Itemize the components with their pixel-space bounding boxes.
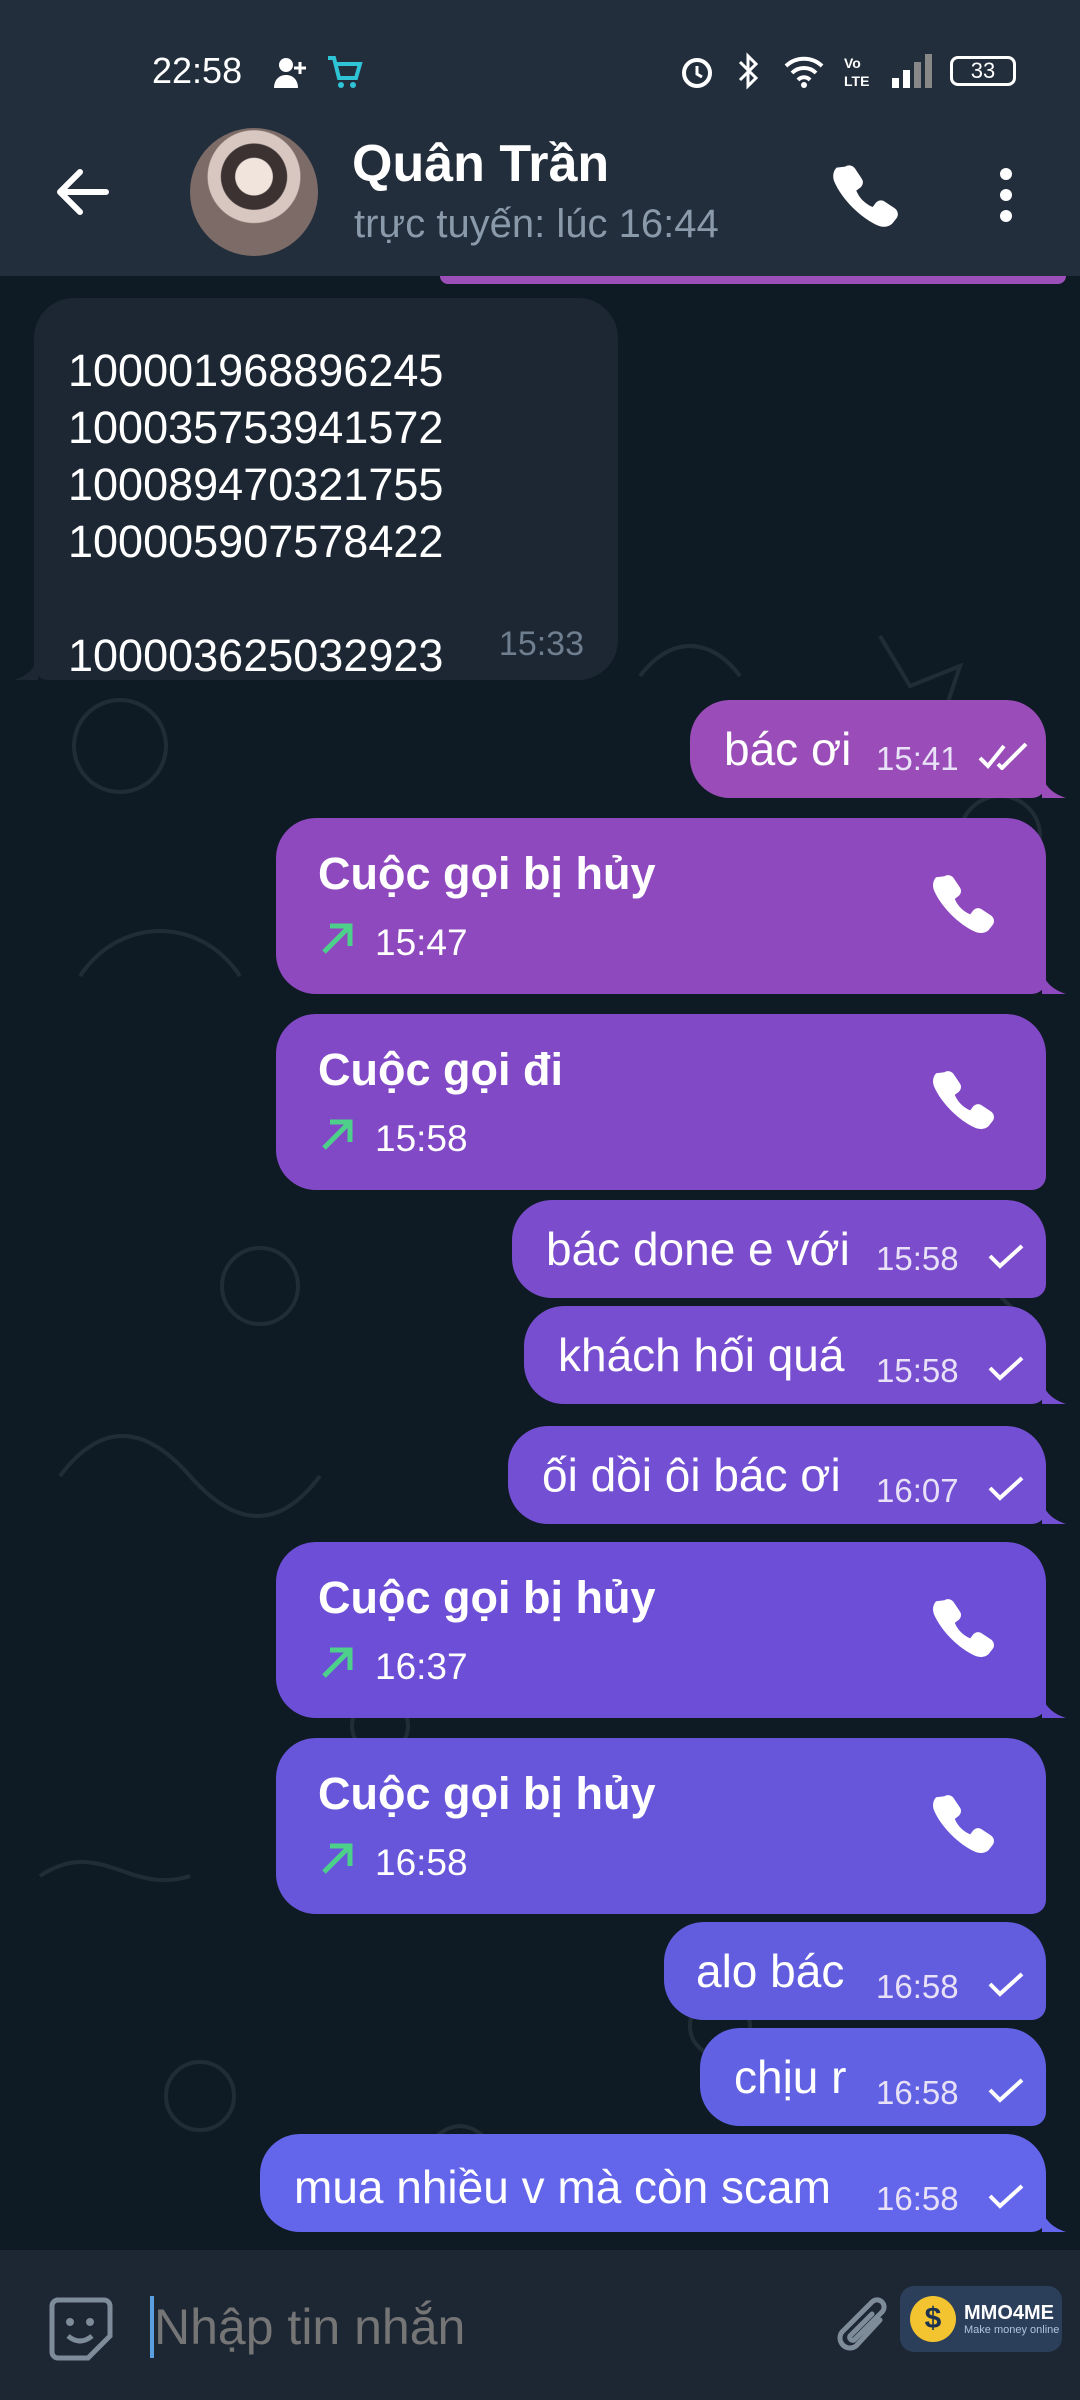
message-composer: $ MMO4ME Make money online [0, 2250, 1080, 2400]
message-text: khách hối quá [558, 1329, 845, 1381]
message-text: bác done e với [546, 1223, 850, 1275]
call-message[interactable]: Cuộc gọi đi 15:58 [276, 1014, 1046, 1190]
back-arrow-icon[interactable] [50, 160, 114, 224]
message-time: 16:58 [876, 2074, 959, 2111]
message-text: bác ơi [724, 723, 852, 775]
phone-icon[interactable] [930, 1066, 996, 1132]
phone-icon[interactable] [930, 1594, 996, 1660]
message-text: chịu r [734, 2051, 847, 2103]
chat-area[interactable]: 100001968896245 100035753941572 10008947… [0, 276, 1080, 2250]
double-check-icon [978, 742, 1028, 770]
contact-name[interactable]: Quân Trần [352, 134, 609, 194]
phone-icon[interactable] [930, 870, 996, 936]
bubble-tail [1042, 2210, 1066, 2232]
check-icon [988, 1476, 1024, 1501]
message-time: 15:41 [876, 740, 959, 777]
dollar-coin-icon: $ [910, 2296, 956, 2342]
previous-message-edge [440, 276, 1066, 284]
bubble-tail [14, 658, 38, 680]
incoming-message[interactable]: 100001968896245 100035753941572 10008947… [34, 298, 618, 681]
bubble-tail [1042, 1502, 1066, 1524]
watermark-logo: $ MMO4ME Make money online [900, 2286, 1062, 2352]
phone-icon[interactable] [930, 1790, 996, 1856]
bubble-tail [1042, 972, 1066, 994]
outgoing-message[interactable]: ối dồi ôi bác ơi 16:07 [508, 1426, 1046, 1524]
call-title: Cuộc gọi bị hủy [318, 848, 656, 899]
outgoing-message[interactable]: khách hối quá 15:58 [524, 1306, 1046, 1404]
outgoing-call-arrow-icon [322, 1647, 353, 1678]
message-time: 16:07 [876, 1472, 959, 1509]
bubble-tail [1042, 776, 1066, 798]
call-message[interactable]: Cuộc gọi bị hủy 15:47 [276, 818, 1046, 994]
message-time: 15:58 [876, 1240, 959, 1277]
paperclip-icon[interactable] [830, 2290, 900, 2366]
signal-icon [892, 54, 932, 88]
message-text: 100001968896245 100035753941572 10008947… [68, 345, 444, 681]
alarm-icon [682, 58, 712, 88]
bluetooth-icon [738, 52, 759, 90]
call-message[interactable]: Cuộc gọi bị hủy 16:58 [276, 1738, 1046, 1914]
call-time: 15:58 [375, 1118, 468, 1159]
call-time: 16:58 [375, 1842, 468, 1883]
message-text: ối dồi ôi bác ơi [542, 1449, 841, 1501]
check-icon [988, 2078, 1024, 2103]
phone-icon[interactable] [830, 160, 900, 230]
more-vertical-icon[interactable] [986, 160, 1026, 230]
call-title: Cuộc gọi bị hủy [318, 1572, 656, 1623]
message-time: 15:58 [876, 1352, 959, 1389]
status-notifications [270, 52, 364, 92]
watermark-subtitle: Make money online [964, 2324, 1060, 2336]
call-title: Cuộc gọi bị hủy [318, 1768, 656, 1819]
wifi-icon [784, 56, 824, 88]
outgoing-message[interactable]: chịu r 16:58 [700, 2028, 1046, 2126]
check-icon [988, 1244, 1024, 1269]
outgoing-message[interactable]: mua nhiều v mà còn scam 16:58 [260, 2134, 1046, 2232]
call-time: 16:37 [375, 1646, 468, 1687]
cart-icon [328, 56, 363, 88]
add-user-icon [274, 58, 306, 88]
outgoing-call-arrow-icon [322, 1843, 353, 1874]
message-time: 15:33 [498, 625, 584, 663]
svg-text:LTE: LTE [844, 73, 869, 89]
status-time: 22:58 [152, 50, 243, 91]
message-text: alo bác [696, 1945, 845, 1997]
check-icon [988, 1972, 1024, 1997]
outgoing-message[interactable]: bác done e với 15:58 [512, 1200, 1046, 1298]
sticker-emoji-icon[interactable] [44, 2292, 116, 2364]
check-icon [988, 2184, 1024, 2209]
call-message[interactable]: Cuộc gọi bị hủy 16:37 [276, 1542, 1046, 1718]
call-time: 15:47 [375, 922, 468, 963]
watermark-title: MMO4ME [964, 2302, 1054, 2324]
outgoing-message[interactable]: bác ơi 15:41 [690, 700, 1046, 798]
avatar[interactable] [190, 128, 318, 256]
svg-text:Vo: Vo [844, 55, 861, 71]
contact-status: trực tuyến: lúc 16:44 [354, 202, 719, 246]
call-title: Cuộc gọi đi [318, 1044, 563, 1095]
top-bar: 22:58 Vo LTE 33 Quân Trần trực tuyến: lúc… [0, 0, 1080, 276]
message-time: 16:58 [876, 2180, 959, 2217]
message-text: mua nhiều v mà còn scam [294, 2161, 831, 2213]
check-icon [988, 1356, 1024, 1381]
bubble-tail [1042, 1696, 1066, 1718]
outgoing-call-arrow-icon [322, 1119, 353, 1150]
outgoing-message[interactable]: alo bác 16:58 [664, 1922, 1046, 2020]
message-time: 16:58 [876, 1968, 959, 2005]
bubble-tail [1042, 1382, 1066, 1404]
outgoing-call-arrow-icon [322, 923, 353, 954]
volte-icon: Vo LTE [844, 55, 869, 89]
battery-icon: 33 [950, 56, 1016, 86]
status-system-icons: Vo LTE 33 [678, 52, 1016, 90]
message-input[interactable] [154, 2298, 794, 2356]
